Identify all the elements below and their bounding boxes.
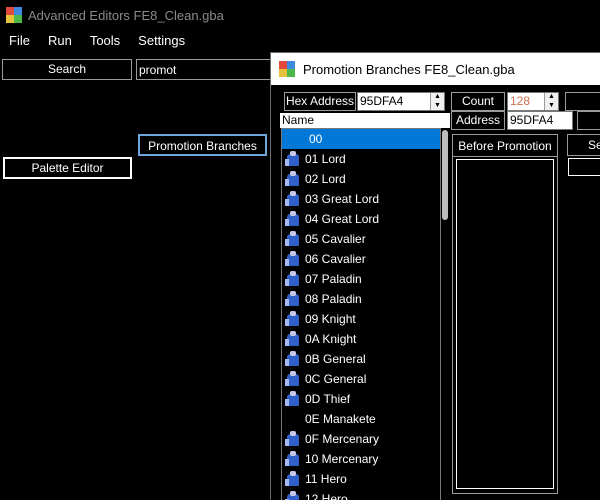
promotion-branches-button[interactable]: Promotion Branches xyxy=(138,134,267,156)
child-titlebar: Promotion Branches FE8_Clean.gba xyxy=(271,53,600,85)
before-promotion-label: Before Promotion xyxy=(453,135,557,157)
list-item-label: 00 xyxy=(309,132,323,146)
menu-run[interactable]: Run xyxy=(39,30,81,52)
lord-sprite-icon xyxy=(284,150,302,168)
main-titlebar: Advanced Editors FE8_Clean.gba xyxy=(0,0,600,30)
list-item[interactable]: 03 Great Lord xyxy=(282,189,440,209)
list-item-label: 06 Cavalier xyxy=(305,252,366,266)
paladin-sprite-icon xyxy=(284,270,302,288)
list-item-label: 0D Thief xyxy=(305,392,351,406)
hero-sprite-icon xyxy=(284,470,302,488)
list-item-label: 03 Great Lord xyxy=(305,192,380,206)
list-item[interactable]: 09 Knight xyxy=(282,309,440,329)
cavalier-sprite-icon xyxy=(284,230,302,248)
address-label: Address xyxy=(451,111,505,130)
list-item[interactable]: 10 Mercenary xyxy=(282,449,440,469)
list-item[interactable]: 06 Cavalier xyxy=(282,249,440,269)
spin-down-icon[interactable]: ▼ xyxy=(431,102,444,111)
list-item-label: 0A Knight xyxy=(305,332,357,346)
list-item-label: 07 Paladin xyxy=(305,272,362,286)
list-item[interactable]: 07 Paladin xyxy=(282,269,440,289)
name-column-header: Name xyxy=(280,113,450,128)
palette-editor-button[interactable]: Palette Editor xyxy=(3,157,132,179)
list-item-label: 08 Paladin xyxy=(305,292,362,306)
list-item-label: 11 Hero xyxy=(305,472,347,486)
address-extra-box xyxy=(577,111,600,130)
count-spin-buttons[interactable]: ▲ ▼ xyxy=(544,93,558,110)
list-item[interactable]: 0B General xyxy=(282,349,440,369)
spin-up-icon[interactable]: ▲ xyxy=(431,93,444,102)
list-item-label: 10 Mercenary xyxy=(305,452,379,466)
scrollbar-thumb[interactable] xyxy=(442,130,448,220)
general-sprite-icon xyxy=(284,370,302,388)
list-item-label: 0E Manakete xyxy=(305,412,376,426)
list-item-label: 09 Knight xyxy=(305,312,356,326)
list-item[interactable]: 01 Lord xyxy=(282,149,440,169)
count-extra-box xyxy=(565,92,600,111)
list-item[interactable]: 05 Cavalier xyxy=(282,229,440,249)
list-item-label: 0F Mercenary xyxy=(305,432,380,446)
menubar: File Run Tools Settings xyxy=(0,30,600,52)
hex-address-stepper[interactable]: 95DFA4 ▲ ▼ xyxy=(357,92,445,111)
hex-address-spin-buttons[interactable]: ▲ ▼ xyxy=(430,93,444,110)
list-item[interactable]: 0A Knight xyxy=(282,329,440,349)
count-label: Count xyxy=(451,92,505,111)
list-item[interactable]: 04 Great Lord xyxy=(282,209,440,229)
right-group-header: Se xyxy=(567,134,600,156)
right-group-box[interactable] xyxy=(568,158,600,176)
thief-sprite-icon xyxy=(284,390,302,408)
list-item[interactable]: 11 Hero xyxy=(282,469,440,489)
knight-sprite-icon xyxy=(284,330,302,348)
mercenary-sprite-icon xyxy=(284,430,302,448)
list-item[interactable]: 02 Lord xyxy=(282,169,440,189)
list-item-label: 0B General xyxy=(305,352,366,366)
menu-file[interactable]: File xyxy=(0,30,39,52)
app-icon xyxy=(6,7,22,23)
list-item[interactable]: 12 Hero xyxy=(282,489,440,500)
mercenary-sprite-icon xyxy=(284,450,302,468)
list-item[interactable]: 0F Mercenary xyxy=(282,429,440,449)
count-value: 128 xyxy=(510,94,531,108)
great-lord-sprite-icon xyxy=(284,210,302,228)
child-window-title: Promotion Branches FE8_Clean.gba xyxy=(303,61,515,77)
class-list[interactable]: 00 01 Lord 02 Lord 03 Great Lord 04 Great Lo… xyxy=(281,128,441,500)
list-item-label: 12 Hero xyxy=(305,492,348,500)
knight-sprite-icon xyxy=(284,310,302,328)
window-title: Advanced Editors FE8_Clean.gba xyxy=(28,7,224,23)
list-item[interactable]: 0E Manakete xyxy=(282,409,440,429)
hex-address-value: 95DFA4 xyxy=(360,94,404,108)
great-lord-sprite-icon xyxy=(284,190,302,208)
menu-tools[interactable]: Tools xyxy=(81,30,129,52)
cavalier-sprite-icon xyxy=(284,250,302,268)
spin-down-icon[interactable]: ▼ xyxy=(545,102,558,111)
menu-settings[interactable]: Settings xyxy=(129,30,194,52)
app-icon xyxy=(279,61,295,77)
list-item[interactable]: 08 Paladin xyxy=(282,289,440,309)
list-item-label: 02 Lord xyxy=(305,172,346,186)
list-item-label: 0C General xyxy=(305,372,367,386)
hex-address-label: Hex Address xyxy=(284,92,356,111)
list-item[interactable]: 0D Thief xyxy=(282,389,440,409)
list-item[interactable]: 00 xyxy=(282,129,440,149)
paladin-sprite-icon xyxy=(284,290,302,308)
list-item-label: 05 Cavalier xyxy=(305,232,366,246)
list-scrollbar[interactable] xyxy=(441,128,449,500)
general-sprite-icon xyxy=(284,350,302,368)
before-promotion-group: Before Promotion xyxy=(452,134,558,494)
before-promotion-list[interactable] xyxy=(456,159,554,489)
hero-sprite-icon xyxy=(284,490,302,500)
count-stepper[interactable]: 128 ▲ ▼ xyxy=(507,92,559,111)
promotion-branches-window: Promotion Branches FE8_Clean.gba Hex Add… xyxy=(270,52,600,500)
spin-up-icon[interactable]: ▲ xyxy=(545,93,558,102)
address-field[interactable]: 95DFA4 xyxy=(507,111,573,130)
search-button[interactable]: Search xyxy=(2,59,132,80)
lord-sprite-icon xyxy=(284,170,302,188)
list-item-label: 01 Lord xyxy=(305,152,346,166)
list-item-label: 04 Great Lord xyxy=(305,212,380,226)
list-item[interactable]: 0C General xyxy=(282,369,440,389)
